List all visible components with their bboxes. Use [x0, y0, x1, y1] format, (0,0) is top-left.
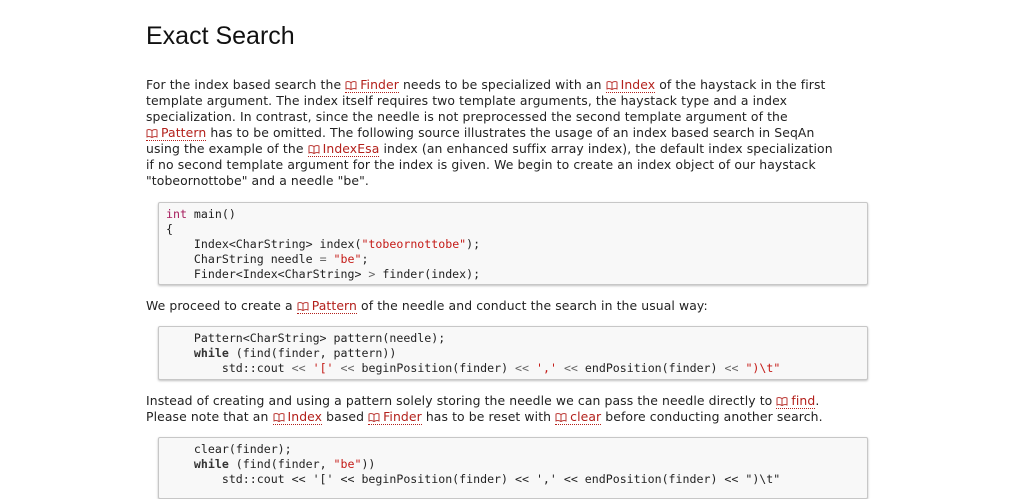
find-paragraph: Instead of creating and using a pattern …	[146, 393, 823, 425]
link-index[interactable]: Index	[605, 77, 656, 93]
book-icon	[308, 145, 320, 154]
code-block-3: clear(finder); while (find(finder, "be")…	[158, 437, 868, 499]
book-icon	[555, 413, 567, 422]
code-line: std::cout << '[' << beginPosition(finder…	[166, 361, 781, 375]
link-index[interactable]: Index	[272, 409, 323, 425]
page-title: Exact Search	[146, 22, 295, 50]
intro-paragraph: For the index based search the Finder ne…	[146, 77, 833, 188]
code-line: while (find(finder, pattern))	[166, 346, 397, 360]
book-icon	[606, 81, 618, 90]
book-icon	[146, 129, 158, 138]
code-line: int main()	[166, 207, 236, 221]
link-indexesa[interactable]: IndexEsa	[307, 141, 380, 157]
link-pattern[interactable]: Pattern	[146, 125, 207, 141]
code-line: Index<CharString> index("tobeornottobe")…	[166, 237, 481, 251]
book-icon	[273, 413, 284, 422]
book-icon	[368, 413, 380, 422]
code-line: clear(finder);	[166, 442, 292, 456]
code-block-2: Pattern<CharString> pattern(needle); whi…	[158, 326, 868, 380]
code-line: CharString needle = "be";	[166, 252, 369, 266]
link-finder[interactable]: Finder	[345, 77, 399, 93]
code-line: while (find(finder, "be"))	[166, 457, 376, 471]
book-icon	[297, 302, 309, 311]
pattern-paragraph: We proceed to create a Pattern of the ne…	[146, 298, 708, 314]
code-line: std::cout << '[' << beginPosition(finder…	[166, 472, 781, 486]
link-pattern[interactable]: Pattern	[296, 298, 357, 314]
code-line: Pattern<CharString> pattern(needle);	[166, 331, 446, 345]
code-block-1: int main() { Index<CharString> index("to…	[158, 202, 868, 285]
code-line: {	[166, 222, 173, 236]
link-finder[interactable]: Finder	[368, 409, 422, 425]
link-clear[interactable]: clear	[555, 409, 602, 425]
link-find[interactable]: find	[776, 393, 816, 409]
book-icon	[345, 81, 357, 90]
code-line: Finder<Index<CharString> > finder(index)…	[166, 267, 481, 281]
book-icon	[776, 397, 788, 406]
